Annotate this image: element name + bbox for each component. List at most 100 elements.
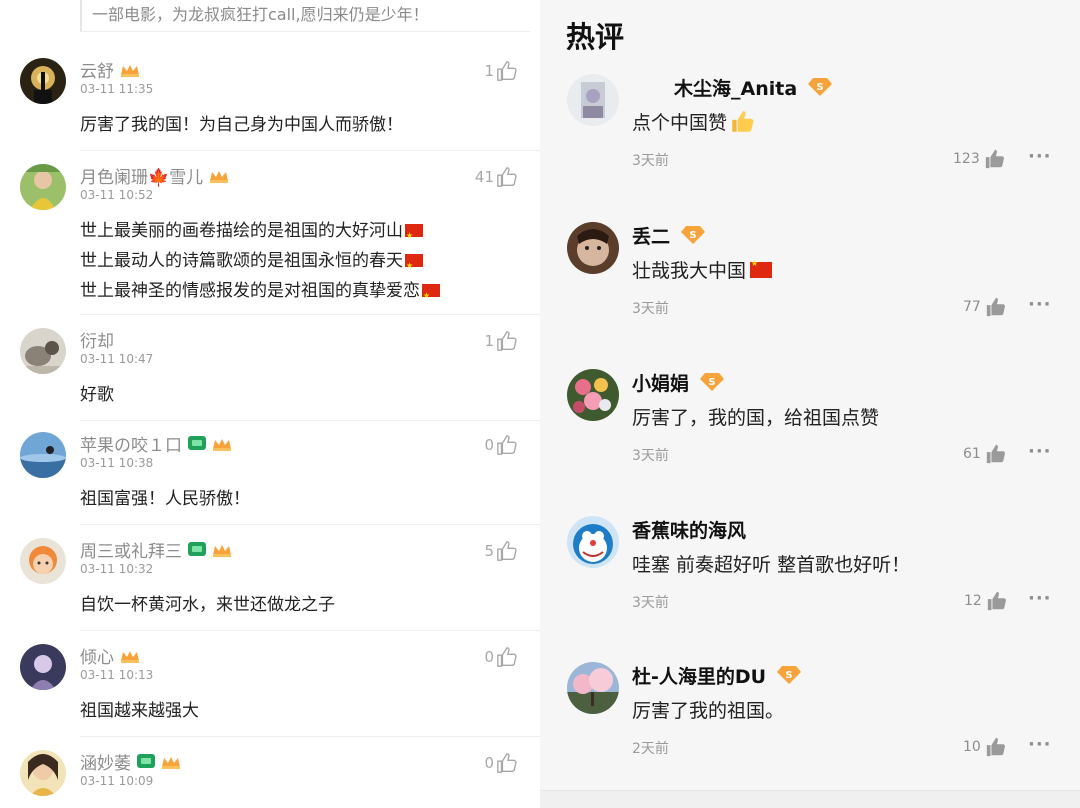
- comment-time: 3天前: [632, 153, 669, 169]
- comment-text: 点个中国赞: [632, 108, 755, 135]
- more-dots-icon[interactable]: ···: [1028, 146, 1052, 167]
- comment-time: 03-11 10:47: [80, 352, 154, 366]
- divider: [80, 314, 540, 315]
- member-badge-icon: [188, 436, 206, 450]
- avatar[interactable]: [20, 750, 66, 796]
- avatar[interactable]: [567, 222, 619, 274]
- like-button[interactable]: 123: [953, 148, 1006, 170]
- more-dots-icon[interactable]: ···: [1028, 294, 1052, 315]
- username[interactable]: 月色阑珊🍁雪儿: [80, 163, 203, 188]
- avatar[interactable]: [567, 662, 619, 714]
- s-badge-icon: S: [680, 225, 706, 245]
- like-button[interactable]: 0: [484, 752, 518, 774]
- avatar[interactable]: [567, 369, 619, 421]
- crown-icon: [120, 62, 140, 77]
- comment-text: 壮哉我大中国: [632, 256, 773, 283]
- username[interactable]: 木尘海_Anita: [674, 74, 797, 101]
- comment-text: 祖国富强！人民骄傲！: [80, 484, 250, 514]
- more-dots-icon[interactable]: ···: [1028, 441, 1052, 462]
- avatar[interactable]: [20, 164, 66, 210]
- like-count: 1: [484, 332, 494, 350]
- username[interactable]: 杜-人海里的DU: [632, 662, 766, 689]
- comment-line: 厉害了我的国！为自己身为中国人而骄傲！: [80, 115, 403, 135]
- username[interactable]: 丢二: [632, 222, 670, 249]
- comment-line: 祖国越来越强大: [80, 701, 199, 721]
- avatar[interactable]: [20, 432, 66, 478]
- more-dots-icon[interactable]: ···: [1028, 588, 1052, 609]
- section-title: 热评: [566, 20, 625, 54]
- comment-line: 世上最神圣的情感报发的是对祖国的真挚爱恋: [80, 276, 440, 311]
- more-dots-icon[interactable]: ···: [1028, 734, 1052, 755]
- member-badge-icon: [188, 542, 206, 556]
- like-count: 123: [953, 151, 980, 167]
- like-button[interactable]: 41: [475, 166, 518, 188]
- username[interactable]: 云舒: [80, 57, 114, 82]
- avatar[interactable]: [20, 644, 66, 690]
- svg-text:S: S: [817, 82, 824, 93]
- like-button[interactable]: 1: [484, 330, 518, 352]
- like-button[interactable]: 0: [484, 434, 518, 456]
- svg-text:S: S: [689, 230, 696, 241]
- username[interactable]: 周三或礼拜三: [80, 537, 182, 562]
- like-button[interactable]: 61: [963, 443, 1007, 465]
- comment-line: 世上最美丽的画卷描绘的是祖国的大好河山: [80, 216, 440, 251]
- comment-text: 厉害了，我的国，给祖国点赞: [632, 407, 880, 429]
- username[interactable]: 香蕉味的海风: [632, 516, 746, 543]
- crown-icon: [120, 648, 140, 663]
- thumbs-up-icon: [986, 297, 1005, 317]
- like-count: 0: [484, 648, 494, 666]
- thumbs-up-icon: [986, 737, 1005, 757]
- s-badge-icon: S: [699, 372, 725, 392]
- divider: [80, 524, 540, 525]
- quoted-comment: 一部电影，为龙叔疯狂打call,愿归来仍是少年！: [80, 0, 530, 32]
- comment-time: 2天前: [632, 741, 669, 757]
- crown-icon: [212, 542, 232, 557]
- thumbs-up-icon: [497, 647, 517, 667]
- divider: [80, 150, 540, 151]
- like-button[interactable]: 0: [484, 646, 518, 668]
- avatar[interactable]: [20, 58, 66, 104]
- like-button[interactable]: 1: [484, 60, 518, 82]
- comment-time: 3天前: [632, 595, 669, 611]
- like-button[interactable]: 77: [963, 296, 1007, 318]
- avatar[interactable]: [20, 328, 66, 374]
- comment-time: 03-11 11:35: [80, 82, 154, 96]
- comment-line: 自饮一杯黄河水，来世还做龙之子: [80, 595, 335, 615]
- username[interactable]: 小娟娟: [632, 369, 689, 396]
- crown-icon: [161, 754, 181, 769]
- avatar[interactable]: [20, 538, 66, 584]
- thumbs-up-icon: [985, 149, 1004, 169]
- s-badge-icon: S: [807, 77, 833, 97]
- divider: [80, 630, 540, 631]
- comment-text: 哇塞 前奏超好听 整首歌也好听！: [632, 554, 911, 576]
- like-count: 12: [964, 593, 982, 609]
- thumbs-up-icon: [497, 435, 517, 455]
- like-count: 0: [484, 754, 494, 772]
- username[interactable]: 苹果の咬１口: [80, 431, 182, 456]
- china-flag-icon: [405, 221, 423, 251]
- china-flag-icon: [422, 281, 440, 311]
- svg-text:S: S: [708, 377, 715, 388]
- thumbs-up-icon: [986, 444, 1005, 464]
- like-count: 10: [963, 739, 981, 755]
- like-count: 77: [963, 299, 981, 315]
- comment-time: 03-11 10:38: [80, 456, 154, 470]
- comment-text: 世上最美丽的画卷描绘的是祖国的大好河山 世上最动人的诗篇歌颂的是祖国永恒的春天 …: [80, 216, 440, 311]
- comment-text: 厉害了我的国！为自己身为中国人而骄傲！: [80, 110, 403, 140]
- like-count: 61: [963, 446, 981, 462]
- avatar[interactable]: [567, 74, 619, 126]
- avatar[interactable]: [567, 516, 619, 568]
- like-button[interactable]: 5: [484, 540, 518, 562]
- like-button[interactable]: 12: [964, 590, 1008, 612]
- username[interactable]: 倾心: [80, 643, 114, 668]
- username[interactable]: 涵妙萎: [80, 749, 131, 774]
- comment-time: 03-11 10:13: [80, 668, 154, 682]
- comment-time: 03-11 10:09: [80, 774, 154, 788]
- comment-text: 好歌: [80, 380, 114, 410]
- like-count: 0: [484, 436, 494, 454]
- left-comment-panel: 一部电影，为龙叔疯狂打call,愿归来仍是少年！ 云舒 03-11 11:35 …: [0, 0, 540, 808]
- like-button[interactable]: 10: [963, 736, 1007, 758]
- comment-line: 祖国富强！人民骄傲！: [80, 489, 250, 509]
- username[interactable]: 衍却: [80, 327, 114, 352]
- comment-text: 祖国越来越强大: [80, 696, 199, 726]
